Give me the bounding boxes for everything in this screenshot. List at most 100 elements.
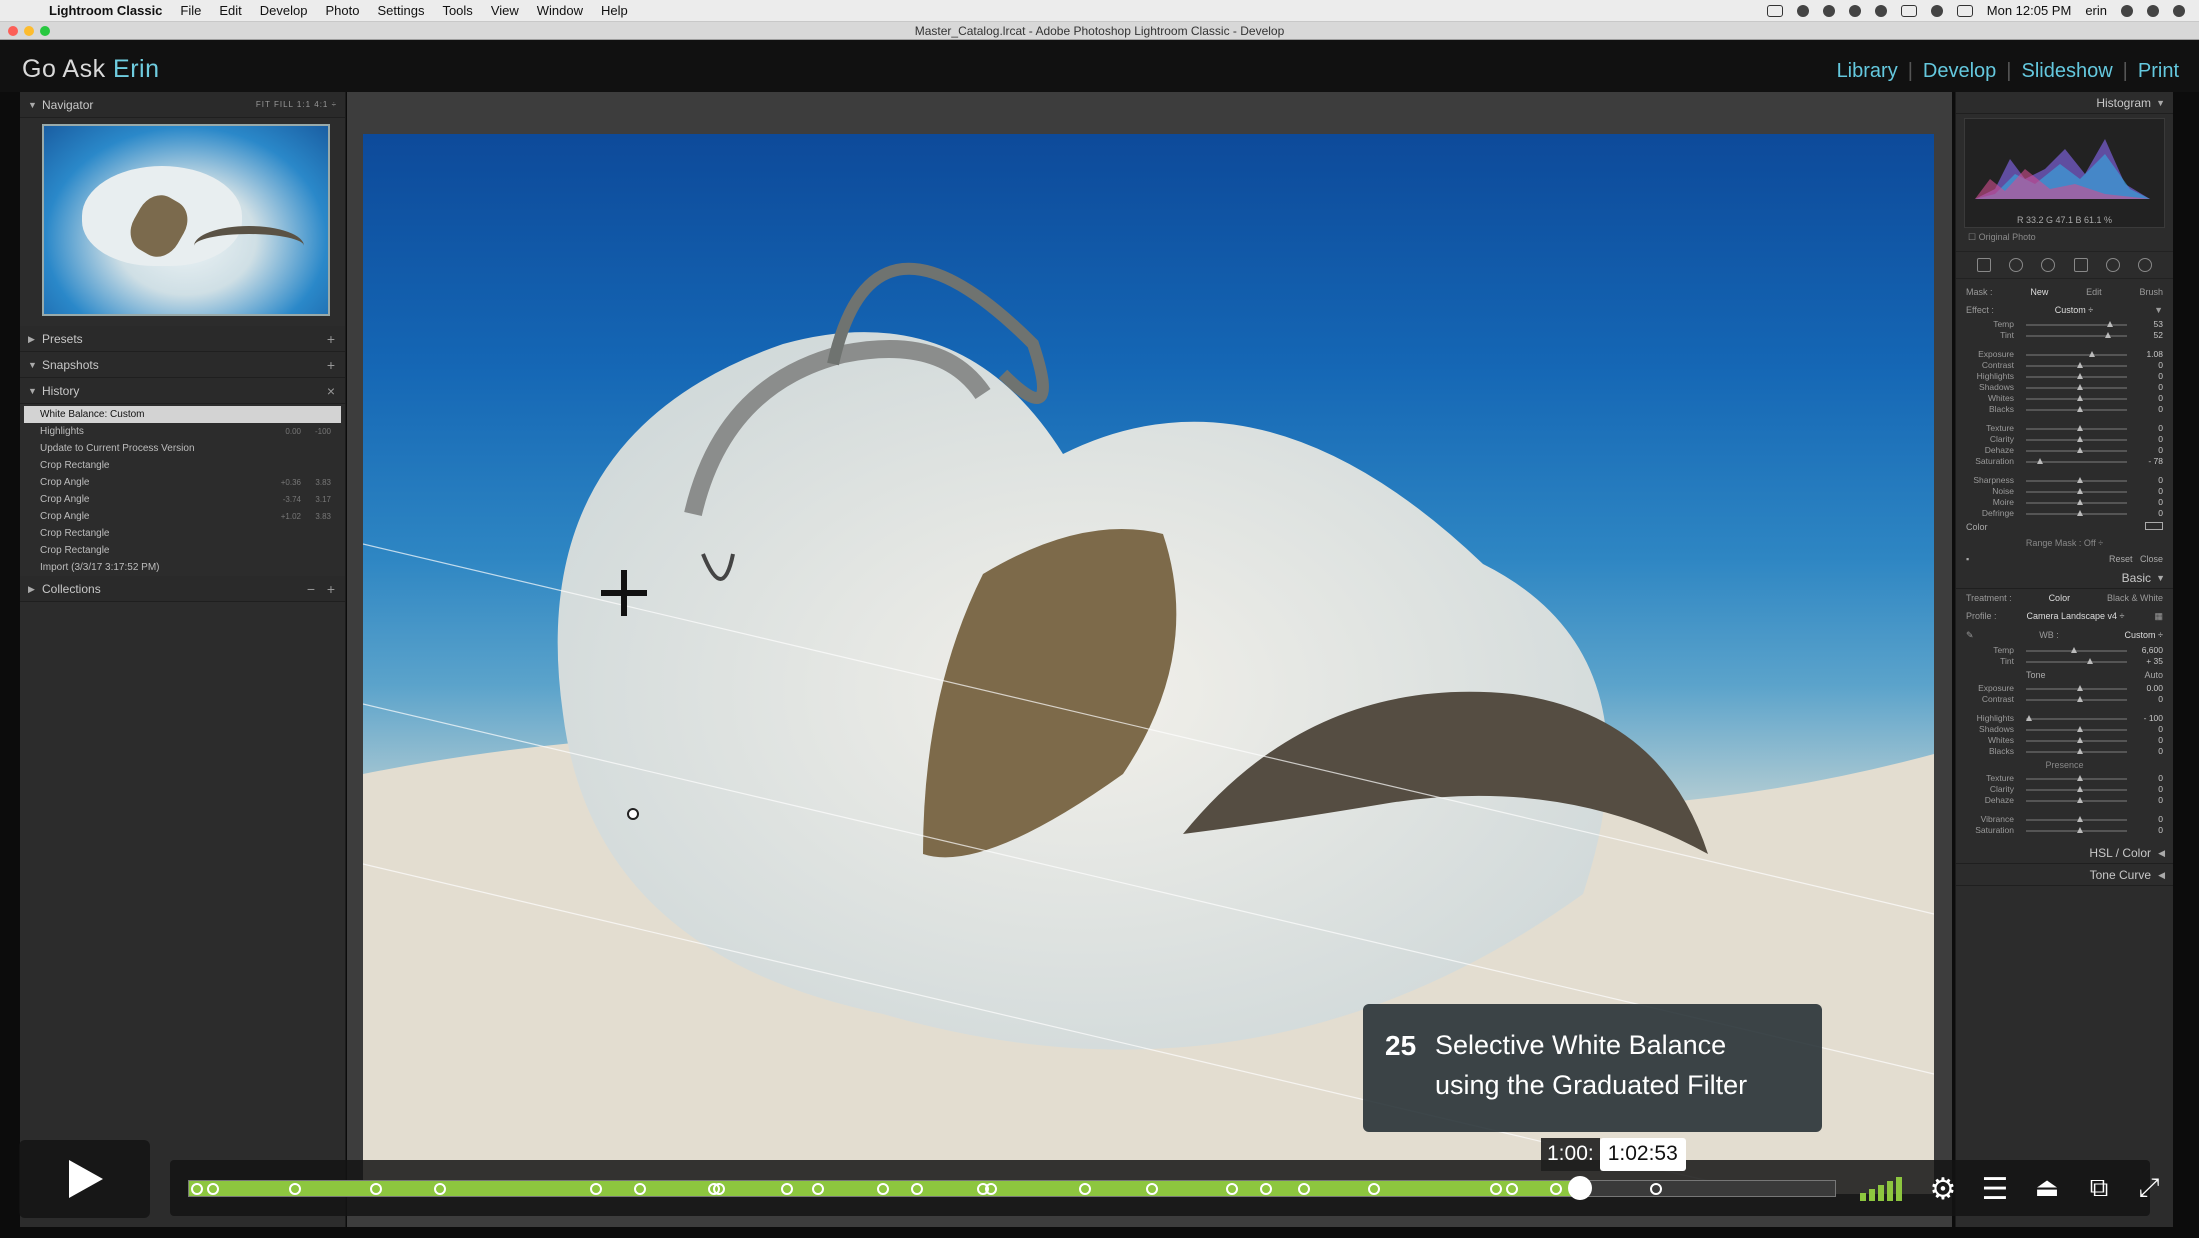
slider-knob[interactable] — [2076, 785, 2083, 792]
chapter-marker[interactable] — [288, 1183, 301, 1195]
slider-knob[interactable] — [2076, 487, 2083, 494]
history-item[interactable]: White Balance: Custom — [24, 406, 341, 423]
history-item[interactable]: Crop Rectangle — [24, 525, 341, 542]
slider-track[interactable] — [2026, 796, 2127, 803]
slider-track[interactable] — [2026, 405, 2127, 412]
tone-curve-header[interactable]: Tone Curve ◀ — [1956, 864, 2173, 886]
slider-value[interactable]: 0 — [2133, 475, 2163, 486]
slider-knob[interactable] — [2076, 383, 2083, 390]
navigator-header[interactable]: ▼ Navigator FIT FILL 1:1 4:1 ÷ — [20, 92, 345, 118]
slider-value[interactable]: 0 — [2133, 393, 2163, 404]
graduated-filter-icon[interactable] — [2073, 258, 2088, 272]
play-button[interactable] — [19, 1140, 150, 1218]
slider-value[interactable]: 0 — [2133, 360, 2163, 371]
slider-value[interactable]: 0 — [2133, 735, 2163, 746]
slider-value[interactable]: 0 — [2133, 382, 2163, 393]
settings-icon[interactable]: ⚙ — [1923, 1172, 1963, 1207]
slider-knob[interactable] — [2071, 646, 2078, 653]
history-header[interactable]: ▼ History × — [20, 378, 345, 404]
slider-track[interactable] — [2026, 509, 2127, 516]
slider-track[interactable] — [2026, 646, 2127, 653]
radial-filter-icon[interactable] — [2105, 258, 2120, 272]
snapshots-header[interactable]: ▼ Snapshots + — [20, 352, 345, 378]
slider-track[interactable] — [2026, 774, 2127, 781]
reset-button[interactable]: Reset — [2109, 554, 2133, 564]
airplay-icon[interactable]: ⏏ — [2027, 1172, 2067, 1203]
battery-icon[interactable] — [1956, 4, 1973, 17]
slider-track[interactable] — [2026, 725, 2127, 732]
slider-knob[interactable] — [2076, 736, 2083, 743]
effect-select[interactable]: Custom ÷ — [2055, 305, 2093, 315]
slider-knob[interactable] — [2076, 405, 2083, 412]
slider-value[interactable]: 0 — [2133, 404, 2163, 415]
slider-track[interactable] — [2026, 785, 2127, 792]
slider-track[interactable] — [2026, 826, 2127, 833]
history-item[interactable]: Crop Rectangle — [24, 457, 341, 474]
slider-knob[interactable] — [2037, 457, 2044, 464]
slider-knob[interactable] — [2088, 350, 2095, 357]
chapter-marker[interactable] — [1226, 1183, 1239, 1195]
slider-value[interactable]: 0 — [2133, 694, 2163, 705]
history-item[interactable]: Crop Angle +0.36 3.83 — [24, 474, 341, 491]
slider-knob[interactable] — [2076, 815, 2083, 822]
slider-value[interactable]: 0 — [2133, 784, 2163, 795]
chapter-marker[interactable] — [712, 1183, 725, 1195]
history-item[interactable]: Update to Current Process Version — [24, 440, 341, 457]
red-eye-icon[interactable] — [2041, 258, 2056, 272]
menu-help[interactable]: Help — [592, 3, 637, 18]
slider-track[interactable] — [2026, 394, 2127, 401]
toggle-switch-icon[interactable]: ▪ — [1966, 554, 1969, 564]
add-snapshot-icon[interactable]: + — [327, 352, 335, 378]
slider-value[interactable]: 0 — [2133, 825, 2163, 836]
slider-track[interactable] — [2026, 476, 2127, 483]
slider-value[interactable]: 0 — [2133, 773, 2163, 784]
slider-value[interactable]: 53 — [2133, 319, 2163, 330]
eyedropper-icon[interactable]: ✎ — [1966, 630, 1974, 641]
spot-removal-icon[interactable] — [2009, 258, 2024, 272]
slider-knob[interactable] — [2076, 361, 2083, 368]
history-item[interactable]: Crop Rectangle — [24, 542, 341, 559]
add-collection-icon[interactable]: + — [327, 576, 335, 602]
navigator-preview[interactable] — [42, 124, 330, 316]
slider-track[interactable] — [2026, 457, 2127, 464]
chapter-marker[interactable] — [812, 1183, 825, 1195]
status-icon[interactable] — [1848, 4, 1861, 17]
menubar-user[interactable]: erin — [2085, 3, 2107, 18]
original-photo-checkbox[interactable]: ☐ Original Photo — [1956, 228, 2173, 247]
histogram-header[interactable]: Histogram ▼ — [1956, 92, 2173, 114]
history-item[interactable]: Crop Angle +1.02 3.83 — [24, 508, 341, 525]
slider-knob[interactable] — [2076, 684, 2083, 691]
slider-track[interactable] — [2026, 361, 2127, 368]
screen-icon[interactable] — [1766, 4, 1783, 17]
slider-track[interactable] — [2026, 383, 2127, 390]
airplay-icon[interactable] — [1900, 4, 1917, 17]
slider-value[interactable]: 0.00 — [2133, 683, 2163, 694]
slider-track[interactable] — [2026, 695, 2127, 702]
slider-knob[interactable] — [2076, 476, 2083, 483]
slider-knob[interactable] — [2076, 394, 2083, 401]
bluetooth-icon[interactable] — [1874, 4, 1887, 17]
fullscreen-icon[interactable]: ⤢ — [2129, 1172, 2169, 1204]
slider-knob[interactable] — [2076, 725, 2083, 732]
wifi-icon[interactable] — [1930, 4, 1943, 17]
slider-knob[interactable] — [2076, 509, 2083, 516]
history-item[interactable]: Highlights 0.00 -100 — [24, 423, 341, 440]
slider-track[interactable] — [2026, 446, 2127, 453]
menu-file[interactable]: File — [171, 3, 210, 18]
slider-value[interactable]: 0 — [2133, 746, 2163, 757]
navigator-zoom-options[interactable]: FIT FILL 1:1 4:1 ÷ — [256, 92, 337, 118]
crop-tool-icon[interactable] — [1977, 258, 1992, 272]
slider-track[interactable] — [2026, 350, 2127, 357]
slider-knob[interactable] — [2104, 331, 2111, 338]
minimize-window-button[interactable] — [24, 26, 34, 36]
slider-value[interactable]: 0 — [2133, 508, 2163, 519]
mask-brush-button[interactable]: Brush — [2139, 287, 2163, 297]
chapter-marker[interactable] — [1297, 1183, 1310, 1195]
slider-track[interactable] — [2026, 487, 2127, 494]
slider-value[interactable]: 0 — [2133, 486, 2163, 497]
close-window-button[interactable] — [8, 26, 18, 36]
chapter-marker[interactable] — [781, 1183, 794, 1195]
slider-value[interactable]: 1.08 — [2133, 349, 2163, 360]
presets-header[interactable]: ▶ Presets + — [20, 326, 345, 352]
slider-knob[interactable] — [2076, 435, 2083, 442]
